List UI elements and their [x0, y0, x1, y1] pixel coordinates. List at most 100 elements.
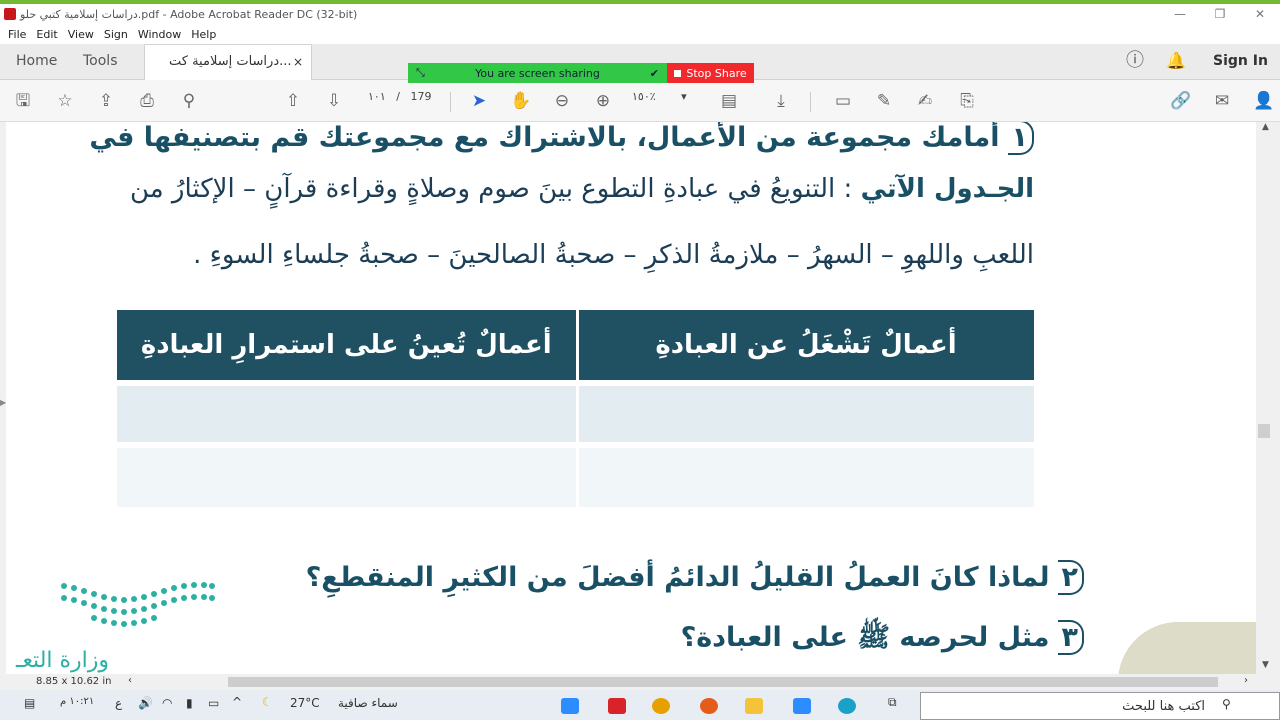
edge-icon[interactable] — [838, 698, 856, 714]
table-cell — [577, 380, 1037, 445]
notification-icon[interactable]: ▤ — [24, 696, 35, 710]
table-header-helpful: أعمالٌ تُعينُ على استمرارِ العبادةِ — [117, 310, 579, 383]
tab-tools[interactable]: Tools — [83, 44, 118, 80]
clock-time[interactable]: ١٠:٢١ م — [60, 696, 94, 707]
zoom-out-icon[interactable]: ⊖ — [551, 90, 573, 112]
menu-view[interactable]: View — [68, 28, 94, 41]
question-2: ٢لماذا كانَ العملُ القليلُ الدائمُ أفضلَ… — [306, 560, 1084, 595]
page-layout-icon[interactable]: ▤ — [718, 90, 740, 112]
classification-table: أعمالٌ تُعينُ على استمرارِ العبادةِ أعما… — [117, 310, 1037, 507]
question-3-text: مثل لحرصه ﷺ على العبادة؟ — [680, 622, 1050, 653]
pdf-icon — [4, 8, 16, 20]
battery-icon[interactable]: ▮ — [186, 696, 193, 710]
shield-icon: ✔ — [649, 66, 659, 80]
menu-sign[interactable]: Sign — [104, 28, 128, 41]
table-header-distracting: أعمالٌ تَشْغَلُ عن العبادةِ — [577, 310, 1037, 383]
search-icon[interactable]: ⚲ — [178, 90, 200, 112]
ministry-logo-dots — [61, 582, 215, 627]
zoom-app-icon[interactable] — [561, 698, 579, 714]
zoom-meeting-icon[interactable] — [793, 698, 811, 714]
question-1-number: ١ — [1007, 122, 1034, 155]
zoom-select[interactable]: ١٥٠٪ ▾ — [632, 90, 687, 103]
table-cell — [117, 442, 579, 507]
close-tab-icon[interactable]: × — [293, 45, 303, 79]
vertical-scroll-thumb[interactable] — [1258, 424, 1270, 438]
close-window-icon[interactable]: ✕ — [1240, 4, 1280, 24]
bookmark-star-icon[interactable]: ☆ — [54, 90, 76, 112]
task-view-icon[interactable]: ⧉ — [888, 695, 897, 710]
volume-icon[interactable]: 🔊 — [138, 696, 153, 710]
email-icon[interactable]: ✉ — [1211, 90, 1233, 112]
scroll-left-icon[interactable]: ‹ — [128, 675, 132, 686]
link-icon[interactable]: 🔗 — [1170, 90, 1192, 112]
screen-share-status: ⤡ You are screen sharing ✔ — [408, 63, 667, 83]
question-3: ٣مثل لحرصه ﷺ على العبادة؟ — [681, 620, 1084, 660]
highlight-pen-icon[interactable]: ✎ — [873, 90, 895, 112]
menu-edit[interactable]: Edit — [36, 28, 57, 41]
menu-file[interactable]: File — [8, 28, 26, 41]
tab-home[interactable]: Home — [16, 44, 57, 80]
upload-cloud-icon[interactable]: ⇪ — [95, 90, 117, 112]
scroll-up-icon[interactable]: ▲ — [1262, 122, 1269, 132]
wifi-icon[interactable]: ◠ — [162, 696, 172, 710]
share-status-text: You are screen sharing — [475, 66, 600, 80]
question-1-line-3: اللعبِ واللهوِ – السهرُ – ملازمةُ الذكرِ… — [193, 240, 1034, 270]
table-cell — [577, 442, 1037, 507]
page-navigator[interactable]: ١٠١ / 179 — [368, 90, 431, 103]
chrome-icon[interactable] — [652, 698, 670, 714]
restore-icon[interactable]: ❐ — [1200, 4, 1240, 24]
acrobat-icon[interactable] — [608, 698, 626, 714]
bell-icon[interactable]: 🔔 — [1166, 44, 1186, 80]
hand-tool-icon[interactable]: ✋ — [510, 90, 532, 112]
menu-window[interactable]: Window — [138, 28, 181, 41]
scroll-down-icon[interactable]: ▼ — [1262, 660, 1269, 670]
scroll-right-icon[interactable]: › — [1244, 675, 1248, 686]
search-icon[interactable]: ⚲ — [1222, 697, 1231, 711]
sign-in-button[interactable]: Sign In — [1213, 44, 1268, 80]
toolbar-divider — [450, 92, 451, 112]
question-2-number: ٢ — [1057, 560, 1084, 595]
prev-page-icon[interactable]: ⇧ — [282, 90, 304, 112]
question-1-line-1: ١أمامك مجموعة من الأعمال، بالاشتراك مع م… — [89, 122, 1034, 155]
page-size: 8.85 x 10.62 in — [36, 676, 112, 687]
question-2-text: لماذا كانَ العملُ القليلُ الدائمُ أفضلَ … — [305, 562, 1050, 593]
page-current[interactable]: ١٠١ — [368, 90, 386, 103]
taskbar: ▤ ١٠:٢١ م ع 🔊 ◠ ▮ ▭ ^ ☾ 27°C سماء صافية … — [0, 690, 1280, 720]
folder-tray-icon[interactable]: ▭ — [208, 696, 219, 710]
add-user-icon[interactable]: 👤 — [1253, 90, 1275, 112]
page-separator: / — [396, 90, 400, 103]
file-explorer-icon[interactable] — [745, 698, 763, 714]
weather-text[interactable]: سماء صافية — [338, 696, 398, 710]
vertical-scrollbar[interactable]: ▲ ▼ — [1256, 122, 1280, 674]
menu-help[interactable]: Help — [191, 28, 216, 41]
stop-share-button[interactable]: Stop Share — [667, 63, 754, 83]
document-page: ١أمامك مجموعة من الأعمال، بالاشتراك مع م… — [6, 122, 1256, 674]
temperature[interactable]: 27°C — [290, 696, 320, 710]
fill-sign-icon[interactable]: ⎘ — [956, 90, 978, 112]
title-bar: دراسات إسلامية كتبي حلو.pdf - Adobe Acro… — [0, 4, 1280, 24]
recorder-icon[interactable] — [700, 698, 718, 714]
page-total: 179 — [410, 90, 432, 103]
sign-pen-icon[interactable]: ✍ — [914, 90, 936, 112]
next-page-icon[interactable]: ⇩ — [323, 90, 345, 112]
horizontal-scroll-thumb[interactable] — [228, 677, 1218, 687]
comment-icon[interactable]: ▭ — [832, 90, 854, 112]
stop-icon — [674, 69, 682, 77]
zoom-in-icon[interactable]: ⊕ — [592, 90, 614, 112]
question-1-line-2-text: : التنويعُ في عبادةِ التطوع بينَ صوم وصل… — [129, 174, 853, 204]
show-hidden-icon[interactable]: ^ — [232, 695, 242, 709]
help-icon[interactable]: ⓘ — [1126, 44, 1144, 80]
tab-document[interactable]: دراسات إسلامية كت... × — [144, 44, 312, 81]
save-icon[interactable]: 🖫 — [12, 90, 34, 112]
question-3-number: ٣ — [1057, 620, 1084, 655]
select-cursor-icon[interactable]: ➤ — [468, 90, 490, 112]
menu-bar: File Edit View Sign Window Help — [0, 24, 1280, 44]
keyboard-language[interactable]: ع — [115, 696, 122, 710]
print-icon[interactable]: ⎙ — [136, 90, 158, 112]
screen-share-bar: ⤡ You are screen sharing ✔ Stop Share — [408, 63, 754, 83]
zoom-value: ١٥٠٪ — [632, 90, 656, 103]
minimize-icon[interactable]: — — [1160, 4, 1200, 24]
question-1-text: أمامك مجموعة من الأعمال، بالاشتراك مع مج… — [89, 122, 1000, 153]
scroll-mode-icon[interactable]: ⤓ — [770, 90, 792, 112]
table-reference: الجـدول الآتي — [860, 174, 1034, 204]
